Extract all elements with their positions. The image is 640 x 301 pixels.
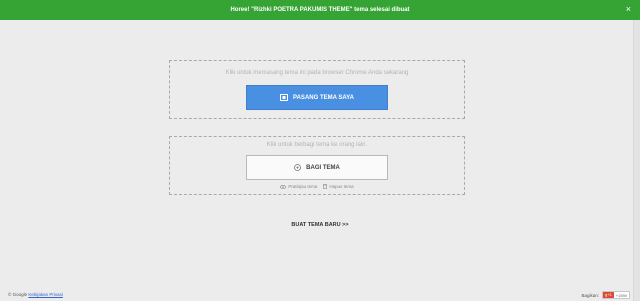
eye-icon [280, 184, 287, 189]
theme-actions: Pratinjau tema Hapus tema [170, 184, 464, 189]
install-section: Klik untuk memasang tema ini pada browse… [169, 60, 465, 119]
footer-share: Bagikan: g+1 +1590 [581, 291, 630, 299]
preview-theme-label: Pratinjau tema [288, 184, 318, 189]
preview-theme-link[interactable]: Pratinjau tema [280, 184, 317, 189]
success-banner: Horee! "Rizhki POETRA PAKUMIS THEME" tem… [0, 0, 640, 20]
share-caption: Klik untuk berbagi tema ke orang lain. [266, 142, 368, 148]
copyright-text: © Google [8, 292, 28, 297]
share-theme-button[interactable]: BAGI TEMA [246, 155, 388, 180]
share-section: Klik untuk berbagi tema ke orang lain. B… [169, 136, 465, 195]
gplus-count: +1590 [615, 292, 627, 298]
delete-theme-label: Hapus tema [329, 184, 354, 189]
gplus-label: g+1 [602, 292, 614, 298]
install-theme-label: PASANG TEMA SAYA [293, 94, 354, 101]
share-label: Bagikan: [581, 292, 599, 298]
close-icon[interactable]: × [626, 4, 631, 15]
install-caption: Klik untuk memasang tema ini pada browse… [225, 70, 409, 76]
banner-message: Horee! "Rizhki POETRA PAKUMIS THEME" tem… [230, 7, 410, 13]
delete-theme-link[interactable]: Hapus tema [323, 184, 354, 189]
install-icon [280, 94, 289, 101]
trash-icon [323, 184, 328, 189]
install-theme-button[interactable]: PASANG TEMA SAYA [246, 85, 388, 110]
create-new-theme-link[interactable]: BUAT TEMA BARU >> [0, 222, 640, 228]
share-icon [294, 164, 302, 171]
privacy-policy-link[interactable]: Kebijakan Privasi [28, 292, 63, 297]
scrollbar[interactable] [633, 20, 640, 301]
footer-copyright: © Google Kebijakan Privasi [8, 292, 63, 297]
google-plus-button[interactable]: g+1 +1590 [601, 291, 630, 299]
share-theme-label: BAGI TEMA [306, 164, 340, 171]
